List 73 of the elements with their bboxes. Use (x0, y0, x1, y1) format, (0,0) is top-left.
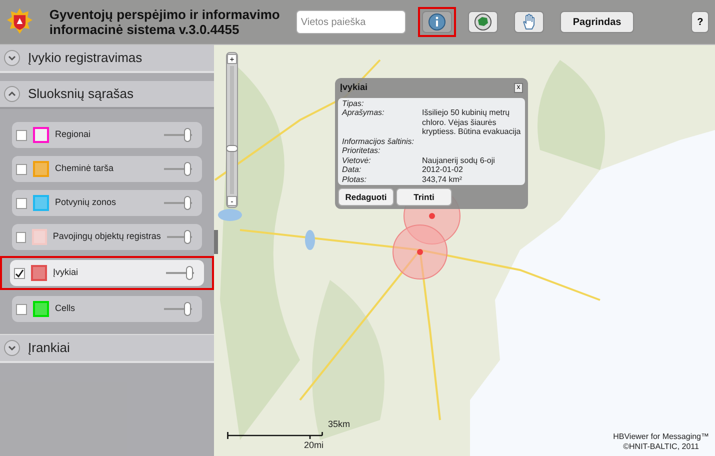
slider-thumb[interactable] (184, 230, 192, 244)
field-label: Data: (342, 165, 362, 174)
layer-checkbox[interactable] (16, 198, 27, 208)
hand-icon (520, 13, 537, 31)
checkmark-icon (15, 268, 24, 278)
popup-button[interactable]: Redaguoti (338, 188, 394, 206)
app-subtitle: informacinė sistema v.3.0.4455 (49, 22, 240, 37)
layer-checkbox[interactable] (16, 130, 27, 140)
layer-label: Cheminė tarša (55, 162, 115, 176)
layer-row[interactable]: Įvykiai (10, 260, 204, 286)
field-value: Naujanerij sodų 6-oji (422, 156, 496, 165)
layer-label: Potvynių zonos (55, 196, 118, 210)
popup-title: Įvykiai (340, 81, 368, 94)
opacity-slider[interactable] (166, 230, 192, 244)
field-value: 2012-01-02 (422, 165, 464, 174)
layer-label: Regionai (55, 128, 92, 142)
tool-button[interactable] (514, 11, 544, 33)
scale-label-km: 35km (328, 418, 350, 431)
collapse-handle[interactable] (214, 230, 218, 254)
tool-button[interactable] (422, 11, 452, 33)
opacity-slider[interactable] (164, 128, 192, 142)
credit-text: HBViewer for Messaging™ (613, 432, 709, 442)
slider-thumb[interactable] (186, 266, 193, 280)
layer-checkbox[interactable] (16, 232, 26, 242)
section-title: Sluoksnių sąrašas (28, 85, 134, 104)
field-label: Informacijos šaltinis: (342, 136, 416, 146)
layer-row[interactable]: Pavojingų objektų registras (12, 224, 202, 250)
field-value: Išsiliejo 50 kubinių metrų chloro. Vėjas šiaurės kryptiess. Būtina evakuacija (422, 108, 521, 136)
app-title: Gyventojų perspėjimo ir informavimo (49, 7, 280, 22)
chevron-down-icon (4, 50, 20, 66)
section-title: Įvykio registravimas (28, 49, 142, 68)
section-header[interactable]: Įrankiai (0, 335, 214, 363)
layer-row[interactable]: Cheminė tarša (12, 156, 202, 182)
field-label: Prioritetas: (342, 146, 382, 156)
chevron-up-icon (4, 86, 20, 102)
opacity-slider[interactable] (164, 302, 192, 316)
layer-label: Cells (55, 302, 76, 316)
tool-button[interactable] (468, 11, 498, 33)
layer-checkbox[interactable] (16, 164, 27, 174)
layer-checkbox[interactable] (14, 268, 25, 278)
field-label: Plotas: (342, 174, 368, 184)
opacity-slider[interactable] (164, 162, 192, 176)
field-label: Tipas: (342, 98, 365, 108)
field-value: 343,74 km² (422, 174, 464, 184)
credit-text: ©HNIT-BALTIC, 2011 (623, 442, 699, 452)
layer-row[interactable]: Cells (12, 296, 202, 322)
section-header[interactable]: Sluoksnių sąrašas (0, 81, 214, 109)
slider-thumb[interactable] (184, 128, 191, 142)
popup-button[interactable]: Trinti (396, 188, 452, 206)
opacity-slider[interactable] (166, 266, 194, 280)
globe-icon (474, 13, 492, 31)
opacity-slider[interactable] (164, 196, 192, 210)
scale-label-mi: 20mi (304, 438, 325, 452)
slider-thumb[interactable] (184, 302, 191, 316)
section-header[interactable]: Įvykio registravimas (0, 45, 214, 73)
help-button[interactable]: ? (691, 11, 709, 33)
layer-row[interactable]: Potvynių zonos (12, 190, 202, 216)
zoom-out-button[interactable]: - (227, 196, 237, 206)
layer-row[interactable]: Regionai (12, 122, 202, 148)
field-label: Vietovė: (342, 156, 372, 165)
layer-checkbox[interactable] (16, 304, 27, 314)
layer-label: Pavojingų objektų registras (52, 230, 161, 244)
slider-thumb[interactable] (184, 196, 191, 210)
zoom-in-button[interactable]: + (227, 54, 237, 64)
section-title: Įrankiai (28, 339, 70, 358)
layer-label: Įvykiai (53, 266, 80, 280)
slider-thumb[interactable] (184, 162, 191, 176)
info-icon (428, 13, 446, 31)
search-field[interactable]: Vietos paieška (296, 10, 406, 34)
field-label: Aprašymas: (342, 108, 386, 119)
zoom-thumb[interactable] (226, 145, 238, 152)
chevron-down-icon (4, 340, 20, 356)
home-button[interactable]: Pagrindas (560, 11, 634, 33)
